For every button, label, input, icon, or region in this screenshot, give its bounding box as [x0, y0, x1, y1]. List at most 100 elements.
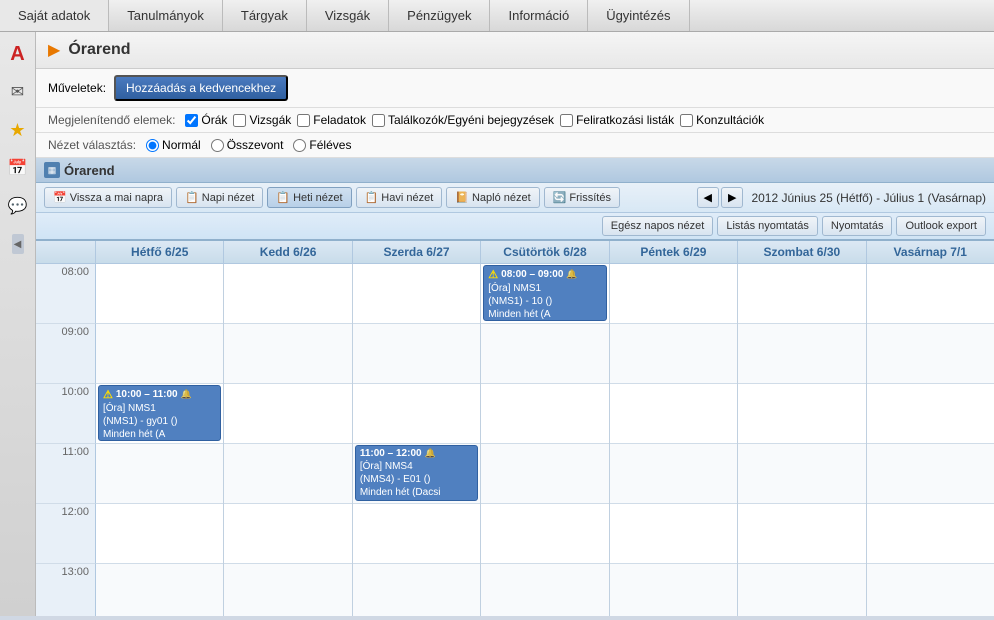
calendar-section-header: ▦ Órarend: [36, 158, 994, 183]
hour-sun-09[interactable]: [867, 324, 994, 384]
hour-sat-13[interactable]: [738, 564, 865, 616]
event-ev1[interactable]: ⚠ 08:00 – 09:00 🔔 [Óra] NMS1(NMS1) - 10 …: [483, 265, 606, 321]
btn-fullday[interactable]: Egész napos nézet: [602, 216, 714, 236]
day-header-fri: Péntek 6/29: [610, 241, 738, 263]
hour-thu-09[interactable]: [481, 324, 608, 384]
hour-wed-12[interactable]: [353, 504, 480, 564]
radio-normal[interactable]: Normál: [146, 138, 201, 152]
hour-tue-12[interactable]: [224, 504, 351, 564]
hour-mon-13[interactable]: [96, 564, 223, 616]
hour-thu-08[interactable]: ⚠ 08:00 – 09:00 🔔 [Óra] NMS1(NMS1) - 10 …: [481, 264, 608, 324]
radio-feleves-input[interactable]: [293, 139, 306, 152]
checkbox-feladatok-input[interactable]: [297, 114, 310, 127]
hour-wed-10[interactable]: [353, 384, 480, 444]
hour-tue-09[interactable]: [224, 324, 351, 384]
hour-sat-09[interactable]: [738, 324, 865, 384]
btn-week-view[interactable]: 📋 Heti nézet: [267, 187, 351, 208]
sidebar-icon-mail[interactable]: ✉: [4, 78, 32, 106]
radio-osszevont-input[interactable]: [211, 139, 224, 152]
hour-mon-10[interactable]: ⚠ 10:00 – 11:00 🔔 [Óra] NMS1(NMS1) - gy0…: [96, 384, 223, 444]
hour-thu-10[interactable]: [481, 384, 608, 444]
btn-journal-view[interactable]: 📔 Napló nézet: [446, 187, 539, 208]
radio-normal-input[interactable]: [146, 139, 159, 152]
hour-tue-13[interactable]: [224, 564, 351, 616]
checkbox-feliratkozasi[interactable]: Feliratkozási listák: [560, 113, 674, 127]
hour-tue-08[interactable]: [224, 264, 351, 324]
event-ev2[interactable]: ⚠ 10:00 – 11:00 🔔 [Óra] NMS1(NMS1) - gy0…: [98, 385, 221, 441]
view-label: Nézet választás:: [48, 138, 136, 152]
btn-day-view[interactable]: 📋 Napi nézet: [176, 187, 263, 208]
day-header-sat: Szombat 6/30: [738, 241, 866, 263]
checkbox-konzultaciok[interactable]: Konzultációk: [680, 113, 764, 127]
sidebar-collapse-btn[interactable]: ◀: [12, 234, 24, 254]
hour-tue-11[interactable]: [224, 444, 351, 504]
add-to-favorites-button[interactable]: Hozzáadás a kedvencekhez: [114, 75, 288, 101]
day-icon: 📋: [185, 191, 199, 204]
sidebar-icon-user[interactable]: A: [4, 40, 32, 68]
hour-fri-11[interactable]: [610, 444, 737, 504]
hour-sun-13[interactable]: [867, 564, 994, 616]
hour-sun-10[interactable]: [867, 384, 994, 444]
btn-week-label: Heti nézet: [293, 192, 343, 204]
checkbox-talalkezok-input[interactable]: [372, 114, 385, 127]
hour-mon-11[interactable]: [96, 444, 223, 504]
hour-tue-10[interactable]: [224, 384, 351, 444]
btn-print[interactable]: Nyomtatás: [822, 216, 893, 236]
checkbox-orak-input[interactable]: [185, 114, 198, 127]
hour-sat-12[interactable]: [738, 504, 865, 564]
checkbox-orak[interactable]: Órák: [185, 113, 227, 127]
event-ev3[interactable]: 11:00 – 12:00 🔔 [Óra] NMS4(NMS4) - E01 (…: [355, 445, 478, 501]
radio-feleves[interactable]: Féléves: [293, 138, 351, 152]
hour-sat-10[interactable]: [738, 384, 865, 444]
hour-sun-12[interactable]: [867, 504, 994, 564]
nav-penzugyek[interactable]: Pénzügyek: [389, 0, 490, 31]
nav-vizsgak[interactable]: Vizsgák: [307, 0, 389, 31]
event-ev3-header: 11:00 – 12:00 🔔: [360, 448, 473, 459]
sidebar-icon-star[interactable]: ★: [4, 116, 32, 144]
checkbox-talalkezok-label: Találkozók/Egyéni bejegyzések: [388, 113, 554, 127]
hour-mon-12[interactable]: [96, 504, 223, 564]
hour-sat-08[interactable]: [738, 264, 865, 324]
hour-sun-11[interactable]: [867, 444, 994, 504]
hour-fri-12[interactable]: [610, 504, 737, 564]
radio-osszevont[interactable]: Összevont: [211, 138, 284, 152]
hour-thu-11[interactable]: [481, 444, 608, 504]
hour-wed-09[interactable]: [353, 324, 480, 384]
hour-fri-13[interactable]: [610, 564, 737, 616]
checkbox-talalkezok[interactable]: Találkozók/Egyéni bejegyzések: [372, 113, 554, 127]
checkbox-feladatok[interactable]: Feladatok: [297, 113, 366, 127]
nav-informacio[interactable]: Információ: [490, 0, 588, 31]
checkbox-konzultaciok-input[interactable]: [680, 114, 693, 127]
nav-sajat-adatok[interactable]: Saját adatok: [0, 0, 109, 31]
sidebar-icon-calendar[interactable]: 📅: [4, 154, 32, 182]
hour-wed-13[interactable]: [353, 564, 480, 616]
calendar-nav: ◀ ▶ 2012 Június 25 (Hétfő) - Július 1 (V…: [697, 187, 987, 208]
hour-sat-11[interactable]: [738, 444, 865, 504]
hour-wed-11[interactable]: 11:00 – 12:00 🔔 [Óra] NMS4(NMS4) - E01 (…: [353, 444, 480, 504]
calendar-header-row: Hétfő 6/25 Kedd 6/26 Szerda 6/27 Csütört…: [36, 241, 994, 264]
nav-targyak[interactable]: Tárgyak: [223, 0, 307, 31]
nav-tanulmanyok[interactable]: Tanulmányok: [109, 0, 223, 31]
btn-month-view[interactable]: 📋 Havi nézet: [356, 187, 443, 208]
hour-mon-08[interactable]: [96, 264, 223, 324]
hour-wed-08[interactable]: [353, 264, 480, 324]
btn-refresh[interactable]: 🔄 Frissítés: [544, 187, 620, 208]
hour-thu-13[interactable]: [481, 564, 608, 616]
checkbox-feliratkozasi-input[interactable]: [560, 114, 573, 127]
calendar-toolbar-secondary: Egész napos nézet Listás nyomtatás Nyomt…: [36, 213, 994, 241]
btn-outlook[interactable]: Outlook export: [896, 216, 986, 236]
hour-sun-08[interactable]: [867, 264, 994, 324]
hour-thu-12[interactable]: [481, 504, 608, 564]
hour-fri-10[interactable]: [610, 384, 737, 444]
hour-fri-09[interactable]: [610, 324, 737, 384]
hour-mon-09[interactable]: [96, 324, 223, 384]
checkbox-vizsgak[interactable]: Vizsgák: [233, 113, 291, 127]
next-week-btn[interactable]: ▶: [721, 187, 743, 208]
checkbox-vizsgak-input[interactable]: [233, 114, 246, 127]
sidebar-icon-chat[interactable]: 💬: [4, 192, 32, 220]
prev-week-btn[interactable]: ◀: [697, 187, 719, 208]
hour-fri-08[interactable]: [610, 264, 737, 324]
btn-today[interactable]: 📅 Vissza a mai napra: [44, 187, 172, 208]
btn-print-list[interactable]: Listás nyomtatás: [717, 216, 818, 236]
nav-ugyintezs[interactable]: Ügyintézés: [588, 0, 689, 31]
